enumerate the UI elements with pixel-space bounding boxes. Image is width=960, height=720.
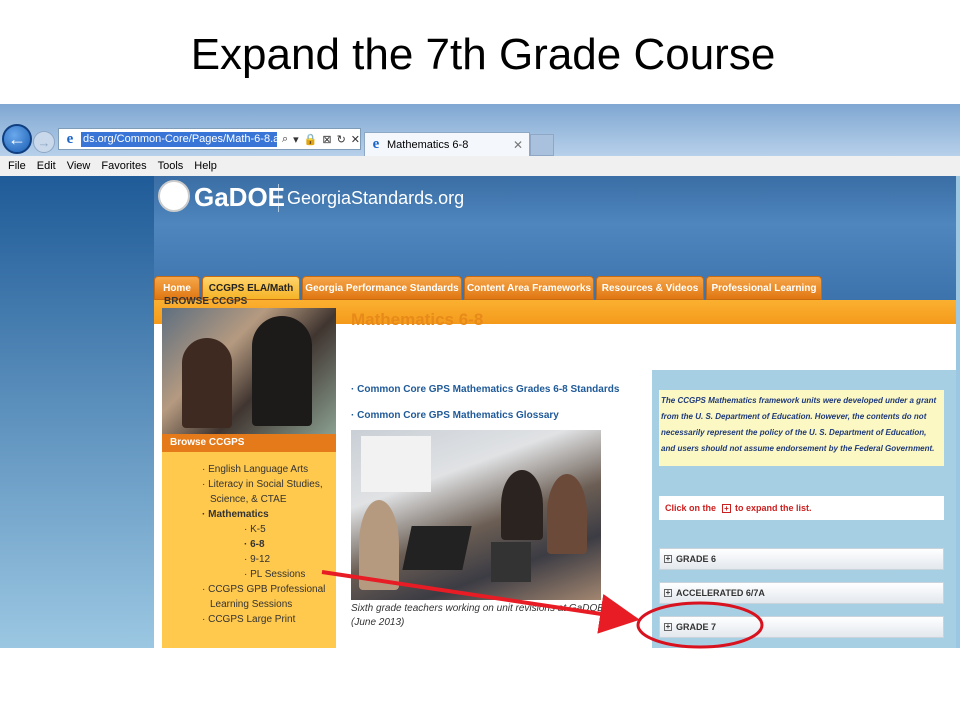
url-input[interactable]: ds.org/Common-Core/Pages/Math-6-8.aspx <box>81 131 277 147</box>
ie-icon: e <box>66 130 74 147</box>
browser-chrome: ← → e ds.org/Common-Core/Pages/Math-6-8.… <box>0 104 960 156</box>
teachers-photo <box>351 430 601 600</box>
sidebar-item-mathematics[interactable]: · Mathematics <box>202 507 336 522</box>
plus-icon: + <box>722 503 732 513</box>
sidebar-item-literacy[interactable]: · Literacy in Social Studies, <box>202 477 336 492</box>
slide-title: Expand the 7th Grade Course <box>190 30 776 79</box>
nav-tab-frameworks[interactable]: Content Area Frameworks <box>464 276 594 300</box>
sidebar-item-pl-sessions[interactable]: · PL Sessions <box>202 567 336 582</box>
grade-label: ACCELERATED 6/7A <box>676 588 765 598</box>
nav-tab-professional-learning[interactable]: Professional Learning <box>706 276 822 300</box>
page-title: Mathematics 6-8 <box>351 310 484 329</box>
sidebar-item-6-8[interactable]: · 6-8 <box>202 537 336 552</box>
accelerated-6-7a-row[interactable]: + ACCELERATED 6/7A <box>659 582 944 604</box>
photo-person <box>547 474 587 554</box>
photo-teacher <box>252 316 312 426</box>
address-tools: ⌕ ▾ 🔒 ⊠ ↻ ✕ <box>282 133 360 146</box>
sidebar-photo <box>162 308 336 434</box>
nav-tab-resources[interactable]: Resources & Videos <box>596 276 704 300</box>
glossary-link[interactable]: · Common Core GPS Mathematics Glossary <box>351 410 559 421</box>
refresh-icon[interactable]: ↻ <box>337 133 346 146</box>
dropdown-icon[interactable]: ▾ <box>293 133 299 146</box>
browse-list: · English Language Arts · Literacy in So… <box>162 452 336 627</box>
disclaimer-text: The CCGPS Mathematics framework units we… <box>659 390 944 466</box>
expand-note-text: Click on the <box>665 503 717 513</box>
menu-file[interactable]: File <box>8 160 26 172</box>
new-tab-button[interactable] <box>530 134 554 156</box>
tab-title: Mathematics 6-8 <box>387 138 469 151</box>
menu-bar: File Edit View Favorites Tools Help <box>0 156 960 176</box>
standards-link[interactable]: · Common Core GPS Mathematics Grades 6-8… <box>351 384 619 395</box>
sidebar-item-large-print[interactable]: · CCGPS Large Print <box>202 612 336 627</box>
site-header: GaDOE GeorgiaStandards.org <box>154 176 956 224</box>
menu-tools[interactable]: Tools <box>158 160 184 172</box>
slide: Expand the 7th Grade Course ← → e ds.org… <box>0 0 960 720</box>
address-bar[interactable]: e ds.org/Common-Core/Pages/Math-6-8.aspx… <box>58 128 361 150</box>
sidebar-item-literacy-cont[interactable]: Science, & CTAE <box>202 492 336 507</box>
grade-label: GRADE 6 <box>676 554 717 564</box>
page-background-right <box>956 176 960 648</box>
close-tab-icon[interactable]: ✕ <box>513 138 523 152</box>
menu-help[interactable]: Help <box>194 160 217 172</box>
web-page: GaDOE GeorgiaStandards.org Home CCGPS EL… <box>154 176 956 648</box>
photo-person <box>501 470 543 540</box>
photo-laptop <box>491 542 531 582</box>
expand-instructions: Click on the + to expand the list. <box>659 496 944 520</box>
back-arrow-icon[interactable]: ← <box>2 124 32 154</box>
expand-plus-icon[interactable]: + <box>664 623 672 631</box>
menu-edit[interactable]: Edit <box>37 160 56 172</box>
framework-panel: The CCGPS Mathematics framework units we… <box>652 370 956 648</box>
browse-box-header: Browse CCGPS <box>162 434 336 452</box>
tab-ie-icon: e <box>372 136 380 152</box>
menu-favorites[interactable]: Favorites <box>101 160 146 172</box>
expand-plus-icon[interactable]: + <box>664 589 672 597</box>
lock-icon[interactable]: 🔒 <box>304 133 318 146</box>
menu-view[interactable]: View <box>67 160 91 172</box>
state-seal-icon <box>158 180 190 212</box>
expand-note-text-end: to expand the list. <box>735 503 812 513</box>
gadoe-logo[interactable]: GaDOE <box>194 182 285 213</box>
sidebar-item-gpb[interactable]: · CCGPS GPB Professional <box>202 582 336 597</box>
grade-6-row[interactable]: + GRADE 6 <box>659 548 944 570</box>
page-background-left <box>0 176 154 648</box>
nav-tab-gps[interactable]: Georgia Performance Standards <box>302 276 462 300</box>
sidebar-item-k5[interactable]: · K-5 <box>202 522 336 537</box>
sidebar-item-ela[interactable]: · English Language Arts <box>202 462 336 477</box>
compat-icon[interactable]: ⊠ <box>322 133 331 146</box>
browse-ccgps-box: Browse CCGPS · English Language Arts · L… <box>162 434 336 648</box>
grade-label: GRADE 7 <box>676 622 717 632</box>
photo-laptop <box>402 526 472 570</box>
photo-whiteboard <box>361 436 431 492</box>
stop-icon[interactable]: ✕ <box>351 133 360 146</box>
sidebar-item-gpb-cont[interactable]: Learning Sessions <box>202 597 336 612</box>
site-name[interactable]: GeorgiaStandards.org <box>287 188 464 209</box>
photo-caption: Sixth grade teachers working on unit rev… <box>351 603 604 628</box>
photo-person <box>359 500 399 590</box>
sidebar-item-9-12[interactable]: · 9-12 <box>202 552 336 567</box>
tab-mathematics[interactable]: e Mathematics 6-8 ✕ <box>364 132 530 156</box>
photo-student <box>182 338 232 428</box>
forward-arrow-icon[interactable]: → <box>33 131 55 153</box>
expand-plus-icon[interactable]: + <box>664 555 672 563</box>
browser-screenshot: ← → e ds.org/Common-Core/Pages/Math-6-8.… <box>0 104 960 648</box>
grade-7-row[interactable]: + GRADE 7 <box>659 616 944 638</box>
browse-label: BROWSE CCGPS <box>164 296 248 307</box>
search-icon[interactable]: ⌕ <box>282 133 288 146</box>
logo-divider <box>278 184 279 212</box>
